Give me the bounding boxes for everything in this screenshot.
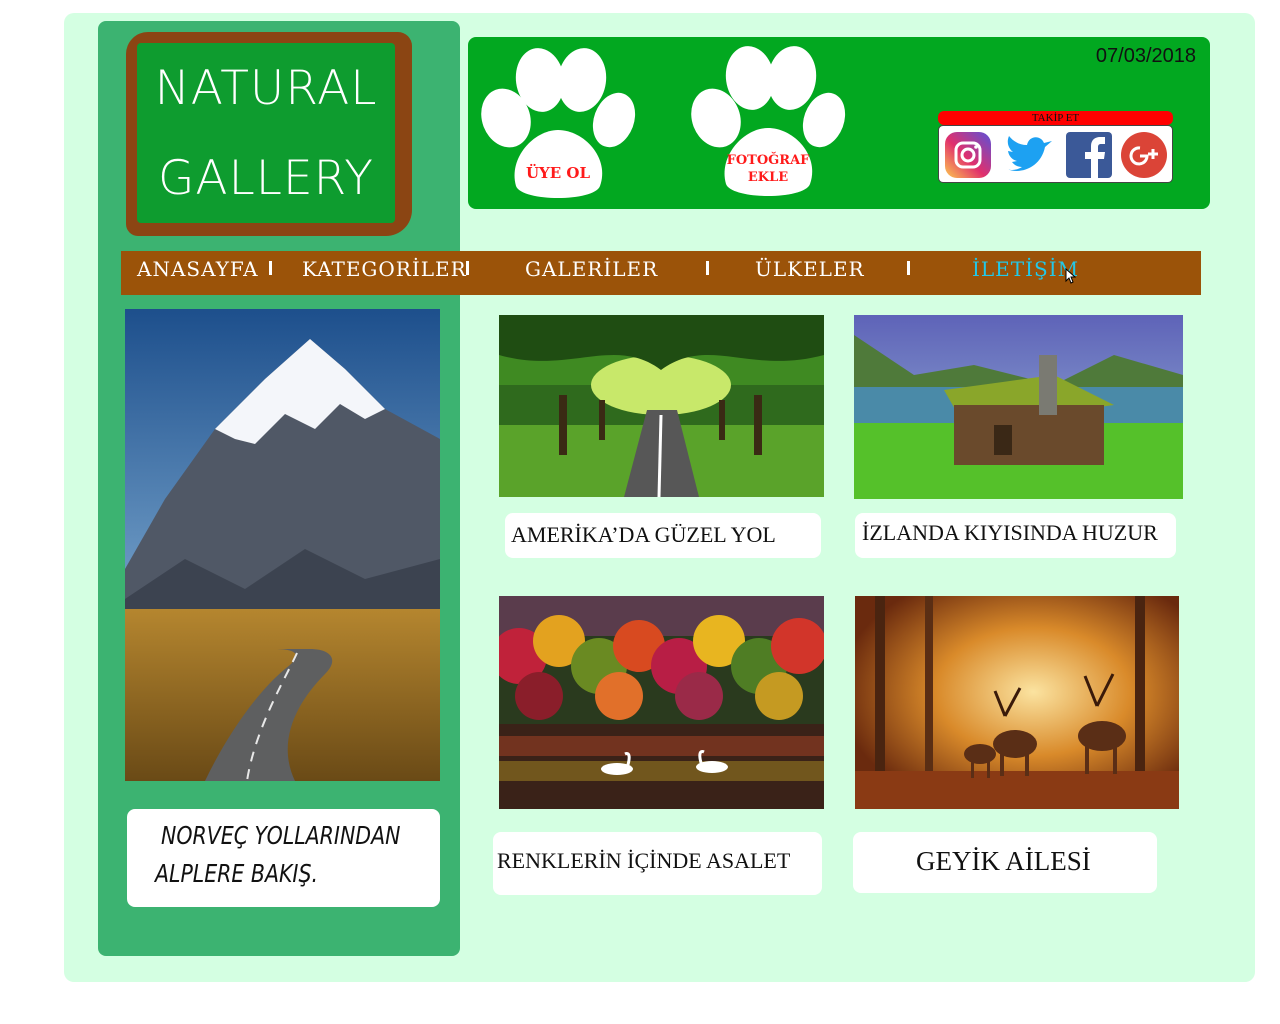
- nav-item-ulkeler[interactable]: ÜLKELER: [755, 257, 865, 281]
- sidebar-caption-line1: NORVEÇ YOLLARINDAN: [161, 821, 401, 850]
- nav-item-anasayfa[interactable]: ANASAYFA: [137, 257, 259, 281]
- nav-item-galeriler[interactable]: GALERİLER: [525, 257, 658, 281]
- nav-item-iletisim[interactable]: İLETİŞİM: [972, 257, 1079, 281]
- follow-widget: TAKİP ET: [938, 111, 1173, 183]
- gallery-caption-1-text: AMERİKA’DA GÜZEL YOL: [511, 522, 776, 547]
- add-photo-button[interactable]: FOTOĞRAF EKLE: [688, 44, 848, 204]
- sidebar-photo-caption: NORVEÇ YOLLARINDAN ALPLERE BAKIŞ.: [127, 809, 440, 907]
- instagram-icon[interactable]: [943, 131, 993, 179]
- nav-separator: [269, 261, 272, 275]
- social-icons-box: [938, 125, 1173, 183]
- paw-icon: [481, 48, 636, 198]
- gallery-caption-1: AMERİKA’DA GÜZEL YOL: [505, 513, 821, 558]
- signup-label: ÜYE OL: [525, 164, 591, 182]
- add-photo-label-line1: FOTOĞRAF: [726, 153, 810, 168]
- nav-item-kategoriler[interactable]: KATEGORİLER: [302, 257, 467, 281]
- nav-separator: [706, 261, 709, 275]
- logo-line-gallery: GALLERY: [158, 151, 374, 206]
- mountain-road-photo[interactable]: [125, 309, 440, 781]
- gallery-caption-4-text: GEYİK AİLESİ: [916, 846, 1091, 876]
- gallery-photo-road[interactable]: [499, 315, 824, 497]
- facebook-icon[interactable]: [1065, 131, 1115, 179]
- current-date: 07/03/2018: [1095, 45, 1196, 67]
- nav-separator: [907, 261, 910, 275]
- google-plus-icon[interactable]: [1119, 131, 1169, 179]
- add-photo-label-line2: EKLE: [747, 170, 789, 185]
- gallery-photo-cabin[interactable]: [854, 315, 1183, 499]
- gallery-caption-2: İZLANDA KIYISINDA HUZUR: [855, 513, 1176, 558]
- gallery-caption-4: GEYİK AİLESİ: [853, 832, 1157, 893]
- gallery-photo-swans[interactable]: [499, 596, 824, 809]
- gallery-caption-3-text: RENKLERİN İÇİNDE ASALET: [497, 848, 791, 873]
- signup-button[interactable]: ÜYE OL: [478, 46, 638, 206]
- twitter-icon[interactable]: [1003, 131, 1053, 179]
- site-logo[interactable]: NATURAL GALLERY: [126, 32, 412, 236]
- gallery-caption-3: RENKLERİN İÇİNDE ASALET: [493, 832, 822, 895]
- gallery-photo-deer[interactable]: [855, 596, 1179, 809]
- add-photo-label: FOTOĞRAF EKLE: [688, 152, 848, 186]
- logo-line-natural: NATURAL: [154, 61, 378, 116]
- mouse-cursor-icon: [1065, 268, 1076, 284]
- nav-separator: [466, 261, 469, 275]
- sidebar-caption-line2: ALPLERE BAKIŞ.: [155, 859, 319, 888]
- logo-board: NATURAL GALLERY: [137, 43, 395, 223]
- gallery-caption-2-text: İZLANDA KIYISINDA HUZUR: [862, 520, 1158, 545]
- main-nav: ANASAYFA KATEGORİLER GALERİLER ÜLKELER İ…: [121, 251, 1201, 295]
- follow-label: TAKİP ET: [938, 111, 1173, 125]
